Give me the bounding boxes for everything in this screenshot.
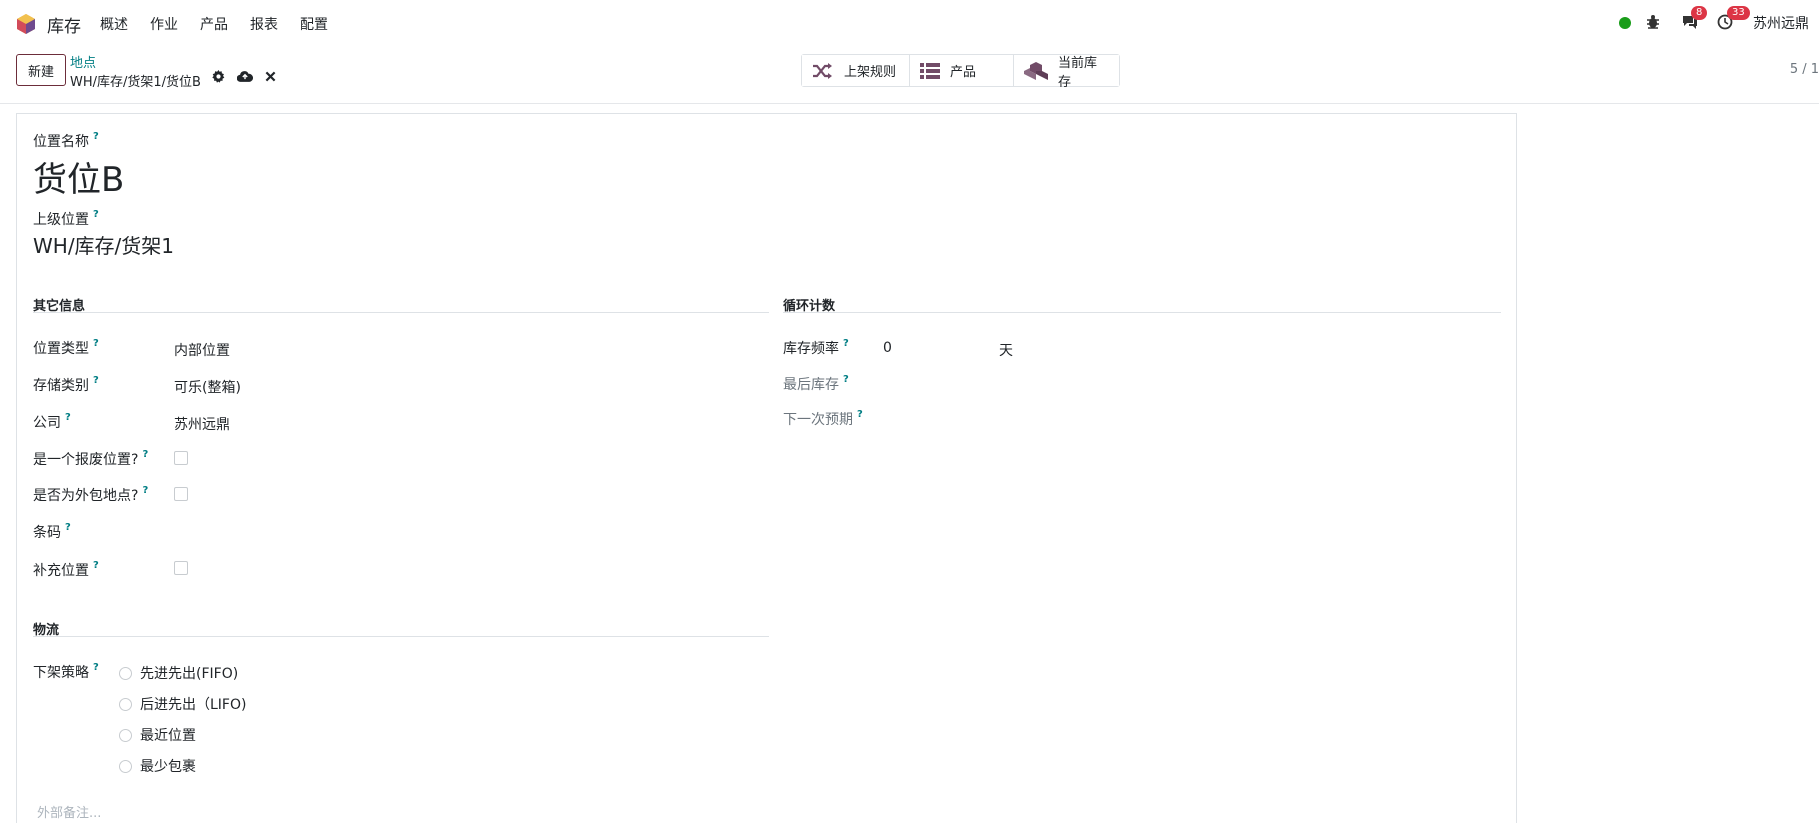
control-panel-divider xyxy=(0,103,1819,104)
form-sheet: 位置名称? 货位B 上级位置? WH/库存/货架1 其它信息 位置类型? 内部位… xyxy=(16,113,1517,823)
main-menu: 概述 作业 产品 报表 配置 xyxy=(100,14,350,34)
inventory-frequency-field[interactable]: 0 xyxy=(883,340,892,356)
name-label: 位置名称? xyxy=(33,131,99,150)
subcontract-location-checkbox[interactable] xyxy=(174,487,188,501)
record-actions xyxy=(212,70,288,83)
menu-configuration[interactable]: 配置 xyxy=(300,14,328,34)
help-tooltip-icon[interactable]: ? xyxy=(857,409,863,420)
help-tooltip-icon[interactable]: ? xyxy=(93,560,99,571)
next-expected-label: 下一次预期? xyxy=(783,409,863,428)
help-tooltip-icon[interactable]: ? xyxy=(843,374,849,385)
radio-button[interactable] xyxy=(119,666,132,680)
activity-clock-icon[interactable]: 33 xyxy=(1717,6,1750,32)
company-field[interactable]: 苏州远鼎 xyxy=(174,414,230,434)
cubes-icon xyxy=(1024,61,1048,80)
help-tooltip-icon[interactable]: ? xyxy=(142,485,148,496)
current-stock-button[interactable]: 当前库存 xyxy=(1014,55,1119,90)
menu-products[interactable]: 产品 xyxy=(200,14,228,34)
name-field[interactable]: 货位B xyxy=(33,152,124,201)
help-tooltip-icon[interactable]: ? xyxy=(843,338,849,349)
help-tooltip-icon[interactable]: ? xyxy=(93,338,99,349)
save-cloud-icon[interactable] xyxy=(237,70,253,83)
storage-category-field[interactable]: 可乐(整箱) xyxy=(174,377,241,397)
help-tooltip-icon[interactable]: ? xyxy=(65,522,71,533)
inventory-frequency-label: 库存频率? xyxy=(783,338,849,357)
breadcrumb-current: WH/库存/货架1/货位B xyxy=(70,75,201,90)
menu-reporting[interactable]: 报表 xyxy=(250,14,278,34)
presence-status-dot xyxy=(1619,17,1631,29)
systray: 8 33 苏州远鼎 xyxy=(1619,6,1809,36)
help-tooltip-icon[interactable]: ? xyxy=(93,131,99,142)
removal-strategy-label: 下架策略? xyxy=(33,662,99,681)
barcode-label: 条码? xyxy=(33,522,71,541)
scrap-location-label: 是一个报废位置?? xyxy=(33,449,149,468)
scrap-location-checkbox[interactable] xyxy=(174,451,188,465)
top-navbar: 库存 概述 作业 产品 报表 配置 8 33 苏州远鼎 xyxy=(0,0,1819,46)
help-tooltip-icon[interactable]: ? xyxy=(93,209,99,220)
smart-buttons: 上架规则 产品 当前库存 xyxy=(801,54,1120,90)
help-tooltip-icon[interactable]: ? xyxy=(93,662,99,673)
breadcrumb-parent-link[interactable]: 地点 xyxy=(70,52,96,71)
parent-location-label: 上级位置? xyxy=(33,209,99,228)
last-inventory-label: 最后库存? xyxy=(783,374,849,393)
location-type-label: 位置类型? xyxy=(33,338,99,357)
putaway-rules-button[interactable]: 上架规则 xyxy=(802,55,910,86)
activity-badge: 33 xyxy=(1727,6,1750,20)
help-tooltip-icon[interactable]: ? xyxy=(142,449,148,460)
barcode-field[interactable] xyxy=(174,520,754,542)
gear-icon[interactable] xyxy=(212,70,225,83)
removal-option-fifo[interactable]: 先进先出(FIFO) xyxy=(119,663,238,683)
pager[interactable]: 5 / 1 xyxy=(1790,62,1819,77)
radio-button[interactable] xyxy=(119,759,132,773)
discard-close-icon[interactable] xyxy=(265,71,276,82)
company-label: 公司? xyxy=(33,412,71,431)
replenish-location-checkbox[interactable] xyxy=(174,561,188,575)
frequency-unit: 天 xyxy=(999,343,1013,359)
section-divider xyxy=(33,312,769,313)
section-divider xyxy=(783,312,1501,313)
section-divider xyxy=(33,636,769,637)
shuffle-icon xyxy=(812,62,834,79)
replenish-location-label: 补充位置? xyxy=(33,560,99,579)
bug-icon[interactable] xyxy=(1645,14,1663,32)
storage-category-label: 存储类别? xyxy=(33,375,99,394)
new-button[interactable]: 新建 xyxy=(16,54,66,86)
help-tooltip-icon[interactable]: ? xyxy=(65,412,71,423)
external-note-field[interactable]: 外部备注... xyxy=(37,802,101,821)
radio-button[interactable] xyxy=(119,728,132,742)
radio-button[interactable] xyxy=(119,697,132,711)
products-button[interactable]: 产品 xyxy=(910,55,1014,86)
menu-overview[interactable]: 概述 xyxy=(100,14,128,34)
app-name[interactable]: 库存 xyxy=(47,12,81,37)
menu-operations[interactable]: 作业 xyxy=(150,14,178,34)
parent-location-field[interactable]: WH/库存/货架1 xyxy=(33,230,174,259)
removal-option-lifo[interactable]: 后进先出（LIFO) xyxy=(119,694,246,714)
messages-icon[interactable]: 8 xyxy=(1681,6,1708,32)
subcontract-location-label: 是否为外包地点?? xyxy=(33,485,149,504)
inventory-app-icon[interactable] xyxy=(16,13,36,35)
removal-option-closest[interactable]: 最近位置 xyxy=(119,725,196,745)
removal-option-least-packages[interactable]: 最少包裹 xyxy=(119,756,196,776)
location-type-field[interactable]: 内部位置 xyxy=(174,340,230,360)
list-icon xyxy=(920,62,940,79)
help-tooltip-icon[interactable]: ? xyxy=(93,375,99,386)
user-menu[interactable]: 苏州远鼎 xyxy=(1753,13,1809,33)
messages-badge: 8 xyxy=(1691,6,1708,20)
